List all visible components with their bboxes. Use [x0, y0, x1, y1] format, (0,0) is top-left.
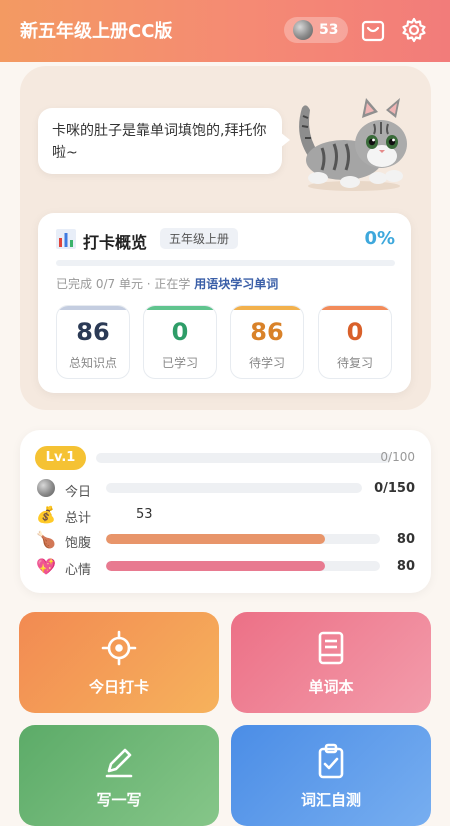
today-label: 今日 — [65, 485, 92, 500]
daily-checkin-button[interactable]: 今日打卡 — [19, 612, 219, 713]
wordbook-button[interactable]: 单词本 — [231, 612, 431, 713]
hunger-bar — [106, 534, 380, 544]
unit-progress-text: 已完成 0/7 单元 · 正在学 — [56, 277, 191, 291]
stat-label: 总知识点 — [68, 356, 117, 370]
stat-label: 待学习 — [248, 356, 285, 370]
tile-label: 今日打卡 — [88, 678, 149, 696]
total-value: 53 — [136, 507, 153, 522]
stat-accent-bar — [144, 306, 216, 310]
completion-progress-bar — [56, 260, 395, 266]
coin-count: 53 — [319, 22, 339, 38]
mood-label: 心情 — [65, 563, 92, 578]
writing-practice-button[interactable]: 写一写 — [19, 725, 219, 826]
pet-status-card: Lv.1 0/100 今日 0/150 💰 总计 53 🍗 饱腹 80 💖 心情… — [20, 430, 431, 593]
stat-accent-bar — [231, 306, 303, 310]
speech-text: 卡咪的肚子是靠单词填饱的,拜托你啦~ — [52, 123, 267, 161]
grade-tag: 五年级上册 — [160, 228, 239, 249]
stat-to-learn[interactable]: 86 待学习 — [230, 305, 304, 379]
app-title: 新五年级上册CC版 — [20, 21, 173, 42]
stat-total-points[interactable]: 86 总知识点 — [56, 305, 130, 379]
speech-bubble: 卡咪的肚子是靠单词填饱的,拜托你啦~ — [38, 108, 290, 174]
coin-icon — [36, 479, 56, 501]
clipboard-check-icon — [318, 743, 344, 779]
tile-label: 单词本 — [308, 678, 354, 696]
book-icon — [318, 631, 344, 665]
hunger-bar-fill — [106, 534, 326, 544]
unit-progress: 已完成 0/7 单元 · 正在学 用语块学习单词 — [56, 275, 278, 292]
heart-icon: 💖 — [36, 557, 56, 576]
crosshair-target-icon — [101, 630, 137, 666]
completion-percent: 0% — [364, 228, 395, 249]
current-unit-link[interactable]: 用语块学习单词 — [194, 277, 278, 291]
bar-chart-icon — [56, 229, 76, 249]
mood-bar — [106, 561, 380, 571]
today-progress-bar — [106, 483, 362, 493]
checkin-overview-card[interactable]: 打卡概览 五年级上册 0% 已完成 0/7 单元 · 正在学 用语块学习单词 8… — [38, 213, 411, 393]
coin-balance[interactable]: 53 — [284, 17, 348, 43]
gear-icon[interactable] — [400, 16, 428, 44]
mood-bar-fill — [106, 561, 326, 571]
kitten-illustration[interactable] — [288, 94, 412, 194]
stat-label: 已学习 — [161, 356, 198, 370]
stat-learned[interactable]: 0 已学习 — [143, 305, 217, 379]
level-badge: Lv.1 — [35, 446, 86, 470]
stat-value: 0 — [171, 318, 189, 346]
mood-value: 80 — [396, 559, 415, 574]
hunger-label: 饱腹 — [65, 536, 92, 551]
checkin-title: 打卡概览 — [83, 233, 148, 252]
total-label: 总计 — [65, 511, 92, 526]
xp-text: 0/100 — [380, 450, 415, 464]
stat-accent-bar — [57, 306, 129, 310]
vocab-test-button[interactable]: 词汇自测 — [231, 725, 431, 826]
hunger-value: 80 — [396, 532, 415, 547]
stat-value: 86 — [250, 318, 284, 346]
stat-label: 待复习 — [336, 356, 373, 370]
coin-icon — [293, 20, 313, 40]
stat-value: 0 — [346, 318, 364, 346]
stat-to-review[interactable]: 0 待复习 — [318, 305, 392, 379]
money-bag-icon: 💰 — [36, 505, 56, 524]
stat-value: 86 — [76, 318, 110, 346]
pencil-icon — [105, 748, 133, 778]
today-value: 0/150 — [374, 481, 415, 496]
top-bar: 新五年级上册CC版 53 — [0, 0, 450, 62]
stat-accent-bar — [319, 306, 391, 310]
shopping-bag-icon[interactable] — [359, 16, 387, 44]
xp-progress-bar — [96, 453, 391, 463]
drumstick-icon: 🍗 — [36, 530, 56, 549]
